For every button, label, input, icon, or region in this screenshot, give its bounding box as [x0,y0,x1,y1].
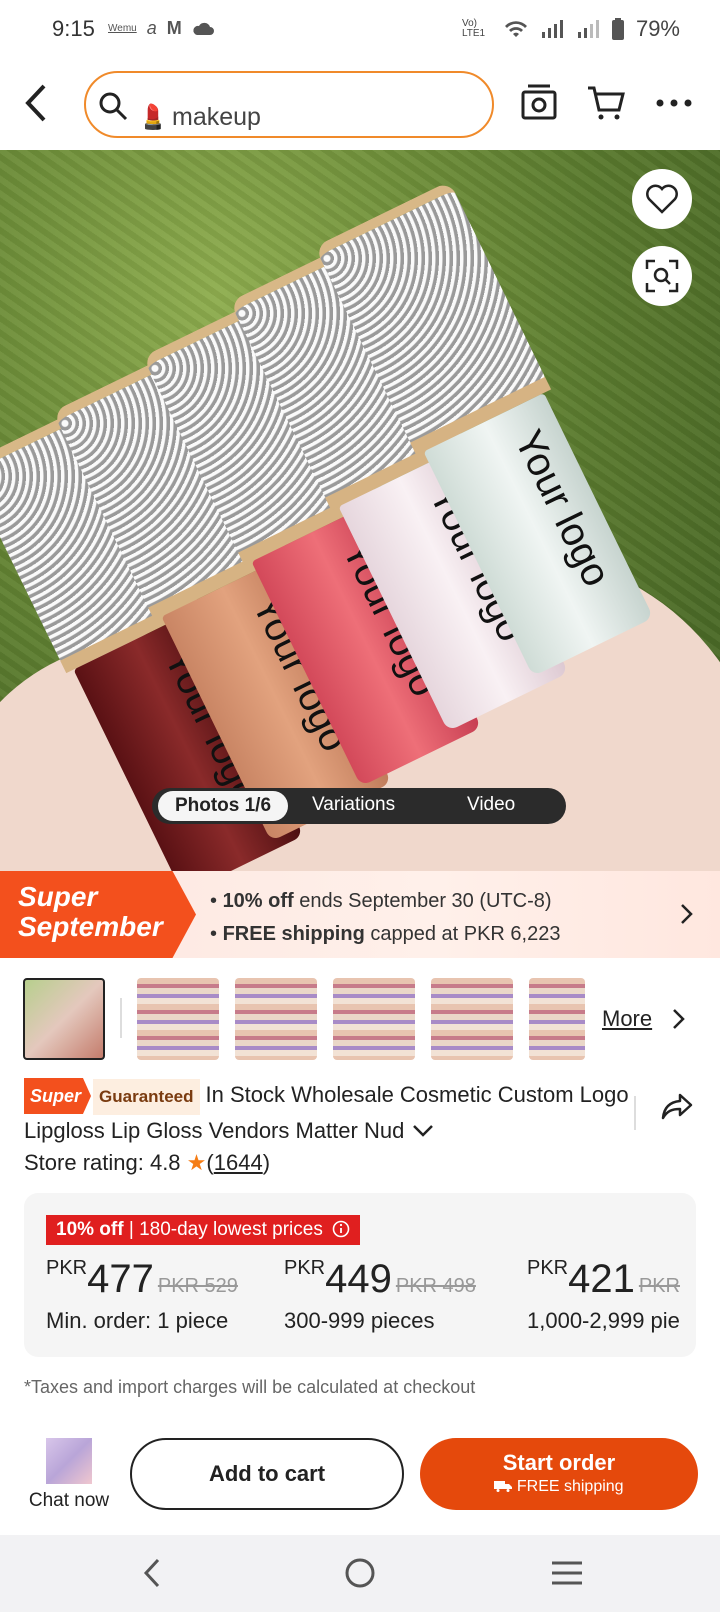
share-icon[interactable] [660,1092,694,1122]
gmail-icon: M [166,18,182,38]
star-icon: ★ [186,1150,207,1175]
wifi-icon [504,21,527,37]
price-tier-2: PKR449 PKR 498 300-999 pieces [284,1257,476,1333]
thumbnail-2[interactable] [137,978,219,1060]
more-options-icon[interactable] [656,98,692,108]
promo-details: • 10% off ends September 30 (UTC-8) • FR… [210,890,561,945]
battery-icon [611,18,624,40]
system-status: Vo) LTE1 79% [462,16,680,42]
info-icon [332,1220,350,1238]
wemu-icon: Wemu [108,23,137,34]
image-scan-icon [645,259,679,293]
nav-recents-icon[interactable] [550,1559,584,1587]
image-search-button[interactable] [632,246,692,306]
price-tier-1: PKR477 PKR 529 Min. order: 1 piece [46,1257,238,1333]
favorite-button[interactable] [632,169,692,229]
system-nav-bar [0,1535,720,1612]
thumbnail-1[interactable] [23,978,105,1060]
top-bar: 💄 makeup [0,60,720,150]
notification-icons: Wemu a M [108,18,214,39]
promo-banner[interactable]: Super September • 10% off ends September… [0,871,720,958]
status-time: 9:15 [52,16,95,41]
chevron-right-icon[interactable] [672,1008,686,1030]
super-september-badge: Super September [0,871,196,958]
cloud-icon [193,22,214,35]
heart-icon [646,184,678,214]
status-bar: 9:15 Wemu a M Vo) LTE1 79% [0,0,720,60]
signal-icon [541,20,563,38]
search-bar[interactable]: 💄 makeup [84,71,494,138]
product-image[interactable]: Your logo Your logo Your logo Your logo … [0,150,720,871]
thumbnail-divider [120,998,122,1038]
volte-icon: Vo) LTE1 [461,18,486,39]
thumbnail-5[interactable] [431,978,513,1060]
cart-icon[interactable] [586,82,626,122]
thumbnail-3[interactable] [235,978,317,1060]
rating-count-link[interactable]: 1644 [214,1150,263,1175]
media-tabs: Photos 1/6 Variations Video [152,788,566,824]
tab-variations[interactable]: Variations [312,794,395,816]
back-arrow-icon[interactable] [20,82,50,124]
camera-search-icon[interactable] [520,82,558,122]
supplier-avatar [46,1438,92,1484]
start-order-button[interactable]: Start order FREE shipping [420,1438,698,1510]
signal-icon-2 [577,20,599,38]
discount-tag[interactable]: 10% off | 180-day lowest prices [46,1215,361,1245]
tab-photos[interactable]: Photos 1/6 [158,791,288,821]
add-to-cart-button[interactable]: Add to cart [130,1438,404,1510]
price-tier-3: PKR421 PKR 1,000-2,999 pie [527,1257,680,1333]
battery-percent: 79% [635,16,680,41]
chat-now-button[interactable]: Chat now [22,1438,116,1512]
chevron-down-icon[interactable] [412,1124,434,1138]
truck-icon [494,1481,513,1492]
thumbnail-4[interactable] [333,978,415,1060]
super-badge: Super [24,1078,92,1114]
guaranteed-badge: Guaranteed [93,1079,200,1115]
nav-back-icon[interactable] [142,1557,162,1589]
tax-note: *Taxes and import charges will be calcul… [24,1377,476,1397]
product-title[interactable]: Super Guaranteed In Stock Wholesale Cosmet… [24,1078,634,1147]
search-icon [99,92,128,121]
action-bar: Chat now Add to cart Start order FREE sh… [0,1420,720,1535]
title-divider [634,1096,636,1130]
search-query: makeup [172,103,261,131]
thumbnail-strip: More [0,972,720,1062]
store-rating: Store rating: 4.8 ★(1644) [24,1150,271,1175]
thumbnail-6[interactable] [529,978,585,1060]
lipstick-emoji: 💄 [138,104,168,131]
tab-video[interactable]: Video [467,794,515,816]
price-tiers: 10% off | 180-day lowest prices PKR477 PK… [24,1193,696,1357]
more-thumbnails-link[interactable]: More [602,1006,652,1032]
alibaba-icon: a [146,18,157,38]
chevron-right-icon [681,904,693,924]
nav-home-icon[interactable] [344,1557,376,1589]
